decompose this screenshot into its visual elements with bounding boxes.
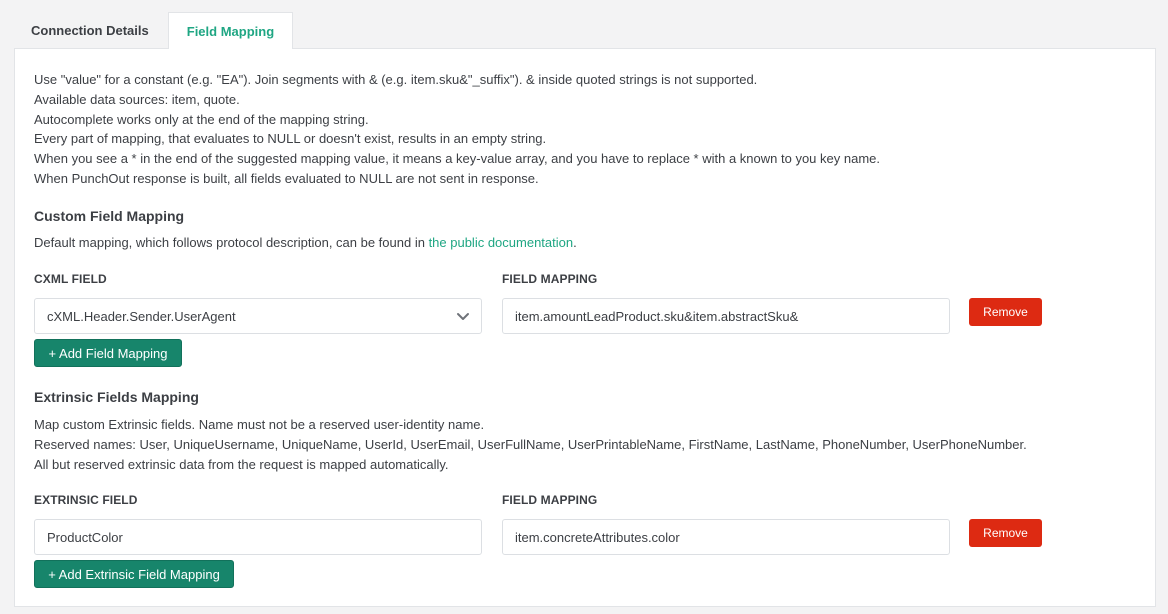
public-documentation-link[interactable]: the public documentation — [429, 235, 574, 250]
help-line: Every part of mapping, that evaluates to… — [34, 131, 547, 147]
extrinsic-mapping-value: item.concreteAttributes.color — [515, 529, 680, 545]
extrinsic-mapping-input[interactable]: item.concreteAttributes.color — [502, 519, 950, 555]
extrinsic-field-input[interactable]: ProductColor — [34, 519, 482, 555]
remove-field-mapping-button[interactable]: Remove — [969, 298, 1042, 326]
custom-field-mapping-heading: Custom Field Mapping — [34, 208, 185, 224]
help-line: Available data sources: item, quote. — [34, 91, 240, 107]
extrinsic-description-line: Reserved names: User, UniqueUsername, Un… — [34, 436, 1027, 452]
tab-field-mapping[interactable]: Field Mapping — [167, 12, 294, 49]
extrinsic-field-value: ProductColor — [47, 529, 123, 545]
extrinsic-description-line: All but reserved extrinsic data from the… — [34, 456, 449, 472]
help-line: Use "value" for a constant (e.g. "EA"). … — [34, 72, 758, 87]
tab-connection-details[interactable]: Connection Details — [12, 12, 168, 48]
add-field-mapping-button[interactable]: + Add Field Mapping — [34, 339, 182, 367]
description-text: Default mapping, which follows protocol … — [34, 235, 429, 250]
cxml-field-value: cXML.Header.Sender.UserAgent — [47, 308, 236, 324]
extrinsic-description-line: Map custom Extrinsic fields. Name must n… — [34, 417, 485, 432]
remove-extrinsic-mapping-button[interactable]: Remove — [969, 519, 1042, 547]
description-suffix: . — [573, 235, 577, 250]
extrinsic-field-label: EXTRINSIC FIELD — [34, 493, 138, 507]
field-mapping-label: FIELD MAPPING — [502, 272, 598, 286]
help-line: When PunchOut response is built, all fie… — [34, 170, 539, 186]
field-mapping-value: item.amountLeadProduct.sku&item.abstract… — [515, 308, 799, 324]
cxml-field-label: cXML FIELD — [34, 272, 107, 286]
field-mapping-panel: Use "value" for a constant (e.g. "EA"). … — [14, 48, 1156, 607]
help-line: When you see a * in the end of the sugge… — [34, 151, 880, 167]
add-extrinsic-field-mapping-button[interactable]: + Add Extrinsic Field Mapping — [34, 560, 234, 588]
chevron-down-icon — [457, 313, 469, 320]
tab-bar: Connection Details Field Mapping — [12, 12, 294, 49]
field-mapping-input[interactable]: item.amountLeadProduct.sku&item.abstract… — [502, 298, 950, 334]
extrinsic-mapping-label: FIELD MAPPING — [502, 493, 598, 507]
cxml-field-select[interactable]: cXML.Header.Sender.UserAgent — [34, 298, 482, 334]
help-text: Use "value" for a constant (e.g. "EA"). … — [34, 70, 880, 189]
custom-field-mapping-description: Default mapping, which follows protocol … — [34, 233, 577, 253]
extrinsic-description: Map custom Extrinsic fields. Name must n… — [34, 415, 1027, 474]
help-line: Autocomplete works only at the end of th… — [34, 111, 369, 127]
extrinsic-fields-mapping-heading: Extrinsic Fields Mapping — [34, 389, 199, 405]
